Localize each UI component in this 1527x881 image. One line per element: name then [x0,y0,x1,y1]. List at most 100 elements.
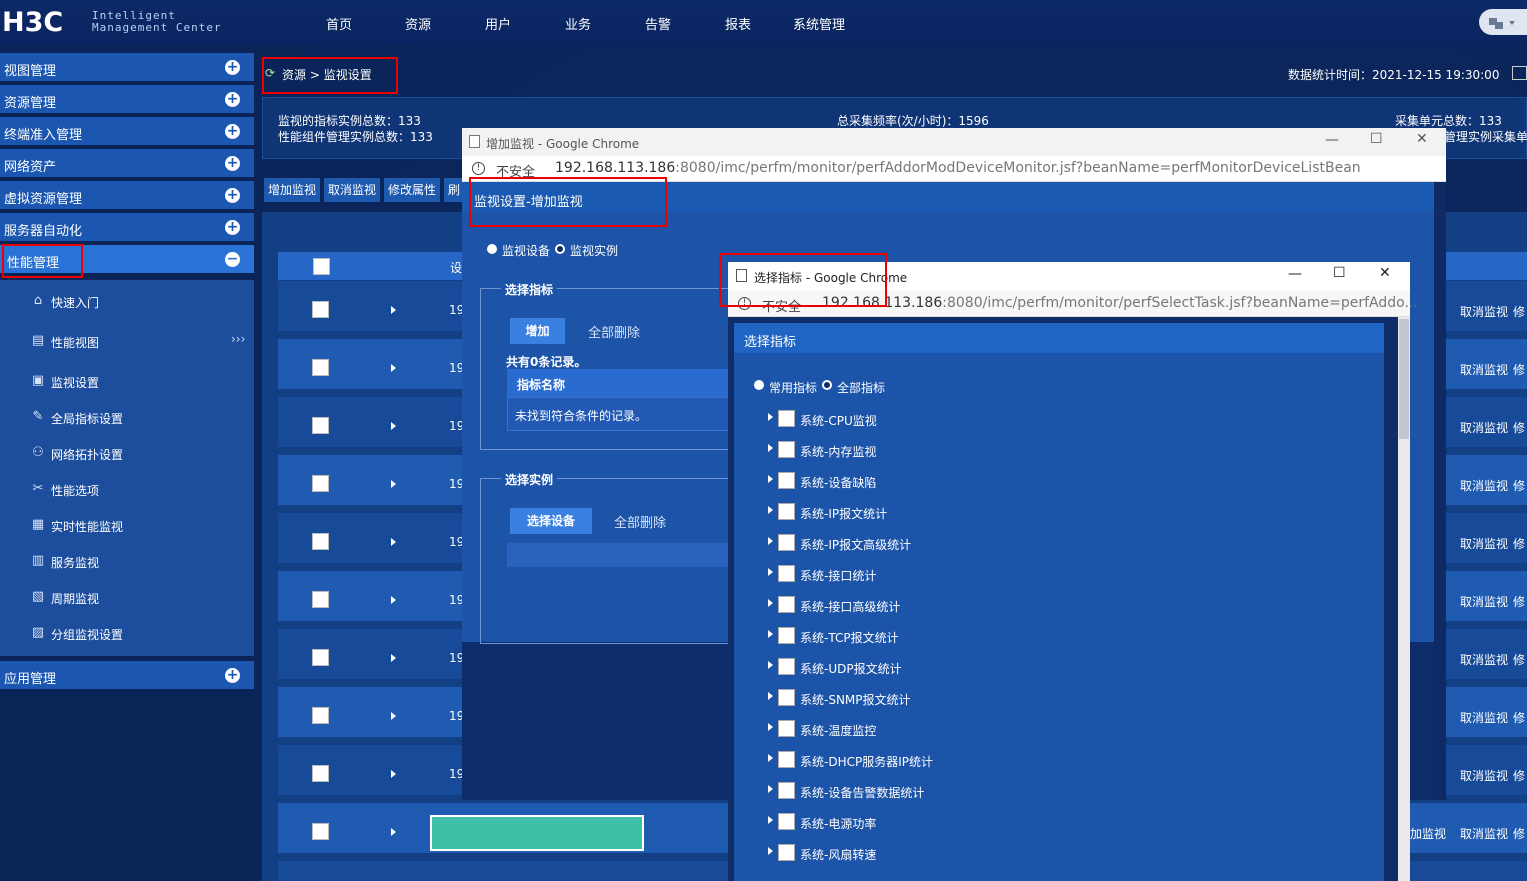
expand-plus-icon[interactable]: + [225,92,240,107]
nav-service[interactable]: 业务 [565,14,591,33]
row-modify-link[interactable]: 修 [1513,361,1525,378]
row-checkbox[interactable] [312,359,329,376]
radio-common-index[interactable] [754,380,764,390]
row-checkbox[interactable] [312,417,329,434]
expand-arrow-icon[interactable] [768,568,773,576]
calendar-icon[interactable] [1512,66,1527,80]
expand-arrow-icon[interactable] [391,538,396,546]
indicator-checkbox[interactable] [778,534,795,551]
expand-arrow-icon[interactable] [768,754,773,762]
row-cancel-monitor-link[interactable]: 取消监视 [1460,651,1508,668]
row-modify-link[interactable]: 修 [1513,593,1525,610]
row-checkbox[interactable] [312,533,329,550]
indicator-checkbox[interactable] [778,596,795,613]
expand-arrow-icon[interactable] [391,770,396,778]
select-device-button[interactable]: 选择设备 [510,508,592,534]
nav-system[interactable]: 系统管理 [793,14,845,33]
indicator-checkbox[interactable] [778,410,795,427]
row-cancel-monitor-link[interactable]: 取消监视 [1460,477,1508,494]
info-icon[interactable]: ! [472,162,485,175]
indicator-checkbox[interactable] [778,689,795,706]
row-cancel-monitor-link[interactable]: 取消监视 [1460,709,1508,726]
indicator-checkbox[interactable] [778,441,795,458]
expand-arrow-icon[interactable] [391,364,396,372]
expand-arrow-icon[interactable] [391,596,396,604]
row-cancel-monitor-link[interactable]: 取消监视 [1460,361,1508,378]
row-modify-link[interactable]: 修 [1513,825,1525,842]
refresh-button[interactable]: 刷 [444,178,465,202]
row-modify-link[interactable]: 修 [1513,303,1525,320]
more-chevrons-icon[interactable]: ››› [231,332,245,346]
row-modify-link[interactable]: 修 [1513,419,1525,436]
nav-user[interactable]: 用户 [485,14,511,33]
row-modify-link[interactable]: 修 [1513,709,1525,726]
sidebar-item-view-management[interactable]: 视图管理 + [0,53,254,83]
expand-arrow-icon[interactable] [768,413,773,421]
indicator-checkbox[interactable] [778,472,795,489]
add-index-button[interactable]: 增加 [510,318,565,344]
radio-all-index[interactable] [822,380,832,390]
sidebar-item-network-assets[interactable]: 网络资产 + [0,149,254,179]
expand-arrow-icon[interactable] [768,692,773,700]
nav-resource[interactable]: 资源 [405,14,431,33]
expand-plus-icon[interactable]: + [225,668,240,683]
close-icon[interactable]: ✕ [1379,265,1391,281]
expand-arrow-icon[interactable] [391,306,396,314]
sidebar-item-server-automation[interactable]: 服务器自动化 + [0,213,254,243]
indicator-checkbox[interactable] [778,627,795,644]
expand-arrow-icon[interactable] [391,828,396,836]
select-all-checkbox[interactable] [313,258,330,275]
indicator-checkbox[interactable] [778,751,795,768]
sidebar-item-resource-management[interactable]: 资源管理 + [0,85,254,115]
row-checkbox[interactable] [312,823,329,840]
sidebar-item-app-management[interactable]: 应用管理 + [0,661,254,691]
row-cancel-monitor-link[interactable]: 取消监视 [1460,419,1508,436]
expand-arrow-icon[interactable] [768,630,773,638]
sidebar-item-endpoint-access[interactable]: 终端准入管理 + [0,117,254,147]
minimize-icon[interactable]: — [1288,266,1302,282]
radio-monitor-instance[interactable] [555,244,565,254]
expand-arrow-icon[interactable] [768,723,773,731]
scrollbar-thumb[interactable] [1399,319,1409,439]
indicator-checkbox[interactable] [778,720,795,737]
row-cancel-monitor-link[interactable]: 取消监视 [1460,303,1508,320]
collapse-minus-icon[interactable]: − [225,252,240,267]
modify-properties-button[interactable]: 修改属性 [384,178,441,202]
cancel-monitor-button[interactable]: 取消监视 [324,178,381,202]
row-cancel-monitor-link[interactable]: 取消监视 [1460,535,1508,552]
expand-plus-icon[interactable]: + [225,156,240,171]
expand-arrow-icon[interactable] [768,537,773,545]
expand-plus-icon[interactable]: + [225,188,240,203]
minimize-icon[interactable]: — [1325,132,1339,148]
row-checkbox[interactable] [312,301,329,318]
expand-arrow-icon[interactable] [391,712,396,720]
row-modify-link[interactable]: 修 [1513,651,1525,668]
row-modify-link[interactable]: 修 [1513,477,1525,494]
user-menu-button[interactable] [1479,9,1527,35]
row-modify-link[interactable]: 修 [1513,535,1525,552]
indicator-checkbox[interactable] [778,813,795,830]
maximize-icon[interactable]: ☐ [1370,131,1383,147]
row-cancel-monitor-link[interactable]: 取消监视 [1460,593,1508,610]
expand-plus-icon[interactable]: + [225,124,240,139]
delete-all-index-button[interactable]: 全部删除 [588,322,640,341]
nav-report[interactable]: 报表 [725,14,751,33]
expand-arrow-icon[interactable] [768,444,773,452]
indicator-checkbox[interactable] [778,503,795,520]
sidebar-item-virtual-resources[interactable]: 虚拟资源管理 + [0,181,254,211]
expand-arrow-icon[interactable] [768,506,773,514]
row-checkbox[interactable] [312,475,329,492]
row-modify-link[interactable]: 修 [1513,767,1525,784]
expand-arrow-icon[interactable] [391,480,396,488]
expand-arrow-icon[interactable] [768,816,773,824]
row-checkbox[interactable] [312,707,329,724]
expand-arrow-icon[interactable] [768,599,773,607]
expand-arrow-icon[interactable] [768,785,773,793]
url-text[interactable]: 192.168.113.186:8080/imc/perfm/monitor/p… [822,295,1418,311]
expand-arrow-icon[interactable] [768,661,773,669]
row-checkbox[interactable] [312,765,329,782]
expand-arrow-icon[interactable] [768,847,773,855]
indicator-checkbox[interactable] [778,565,795,582]
radio-monitor-device[interactable] [487,244,497,254]
indicator-checkbox[interactable] [778,658,795,675]
